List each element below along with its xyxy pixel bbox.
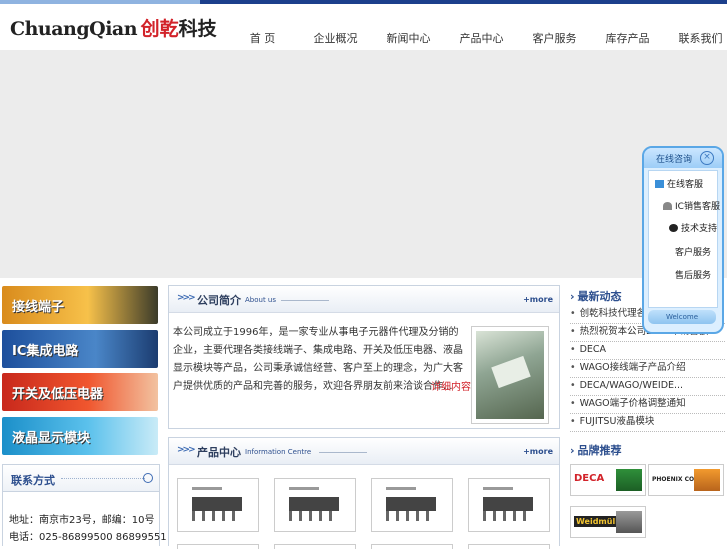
contact-box: 联系方式 地址：南京市23号，邮编：10号 电话：025-86899500 86…	[2, 464, 167, 546]
about-text: 本公司成立于1996年，是一家专业从事电子元器件代理及分销的企业，主要代理各类接…	[173, 327, 463, 392]
brands-section-title: › 品牌推荐	[570, 444, 622, 457]
chat-footer: Welcome	[648, 310, 716, 324]
nav-company[interactable]: 企业概况	[299, 30, 372, 46]
products-title-en: Information Centre	[245, 448, 312, 456]
about-panel: >>> 公司简介 About us +more 本公司成立于1996年，是一家专…	[168, 285, 560, 429]
chevrons-icon: >>>	[177, 445, 196, 455]
news-section-title: › 最新动态	[570, 290, 622, 303]
news-item[interactable]: DECA/WAGO/WEIDE...	[570, 378, 725, 396]
chevron-right-icon: ›	[570, 290, 575, 303]
side-banner-label: 接线端子	[12, 300, 65, 315]
qq-icon	[669, 224, 678, 232]
close-icon[interactable]: ×	[700, 151, 714, 165]
chat-item[interactable]: IC销售客服	[663, 199, 720, 212]
nav-contact[interactable]: 联系我们	[664, 30, 727, 46]
side-banner-label: IC集成电路	[12, 344, 79, 359]
chat-item[interactable]: 技术支持	[669, 221, 717, 234]
nav-products[interactable]: 产品中心	[445, 30, 518, 46]
brand-logo-deca[interactable]: DECA	[570, 464, 646, 496]
company-logo[interactable]: ChuangQian 创乾科技	[10, 14, 217, 42]
about-title-en: About us	[245, 296, 277, 304]
online-chat-widget: 在线咨询 × 在线客服 IC销售客服 技术支持 客户服务 售后服务 Welcom…	[642, 146, 724, 334]
side-banner-terminals[interactable]: 接线端子	[2, 286, 158, 324]
logo-english: ChuangQian	[10, 18, 138, 40]
side-banner-label: 开关及低压电器	[12, 387, 104, 402]
product-thumbnail[interactable]	[371, 478, 453, 532]
news-item[interactable]: DECA	[570, 342, 725, 360]
side-banner-lcd[interactable]: 液晶显示模块	[2, 417, 158, 455]
main-nav: 首 页 企业概况 新闻中心 产品中心 客户服务 库存产品 联系我们	[226, 30, 727, 46]
chat-item[interactable]: 客户服务	[675, 245, 711, 258]
brand-logo-phoenix[interactable]: PHOENIX CONTACT	[648, 464, 724, 496]
product-thumbnail[interactable]	[274, 478, 356, 532]
side-banner-switches[interactable]: 开关及低压电器	[2, 373, 158, 411]
top-bar	[0, 0, 727, 4]
person-icon	[663, 202, 672, 210]
side-banner-label: 液晶显示模块	[12, 431, 91, 446]
side-banner-ic[interactable]: IC集成电路	[2, 330, 158, 368]
hero-banner	[0, 50, 727, 278]
products-header: >>> 产品中心 Information Centre +more	[169, 438, 559, 465]
contact-header: 联系方式	[3, 465, 159, 492]
chat-header: 在线咨询 ×	[644, 148, 722, 168]
chat-title: 在线咨询	[656, 155, 693, 165]
chevron-right-icon: ›	[570, 444, 575, 457]
nav-stock[interactable]: 库存产品	[591, 30, 664, 46]
nav-service[interactable]: 客户服务	[518, 30, 591, 46]
logo-chinese-red: 创乾	[140, 18, 179, 40]
products-panel: >>> 产品中心 Information Centre +more	[168, 437, 560, 549]
product-thumbnail[interactable]	[468, 478, 550, 532]
brand-logo-weidmuller[interactable]: Weidmüller	[570, 506, 646, 538]
chat-item[interactable]: 售后服务	[675, 268, 711, 281]
contact-address: 地址：南京市23号，邮编：10号	[9, 515, 155, 526]
circle-icon	[143, 473, 153, 483]
chevrons-icon: >>>	[177, 293, 196, 303]
chat-item[interactable]: 在线客服	[655, 177, 703, 190]
product-thumbnail[interactable]	[177, 478, 259, 532]
folder-icon	[655, 180, 664, 188]
nav-home[interactable]: 首 页	[226, 30, 299, 46]
news-item[interactable]: WAGO接线端子产品介绍	[570, 360, 725, 378]
logo-chinese-black: 科技	[178, 18, 217, 40]
contact-title: 联系方式	[11, 474, 55, 487]
chat-body: 在线客服 IC销售客服 技术支持 客户服务 售后服务	[648, 170, 720, 308]
about-title: 公司简介	[197, 294, 241, 307]
nav-news[interactable]: 新闻中心	[372, 30, 445, 46]
about-header: >>> 公司简介 About us +more	[169, 286, 559, 313]
contact-phone: 电话：025-86899500 86899551	[9, 532, 167, 543]
products-title: 产品中心	[197, 446, 241, 459]
about-image	[471, 326, 549, 424]
news-item[interactable]: WAGO端子价格调整通知	[570, 396, 725, 414]
about-more-link[interactable]: +more	[523, 295, 553, 304]
products-more-link[interactable]: +more	[523, 447, 553, 456]
news-item[interactable]: FUJITSU液晶模块	[570, 414, 725, 432]
